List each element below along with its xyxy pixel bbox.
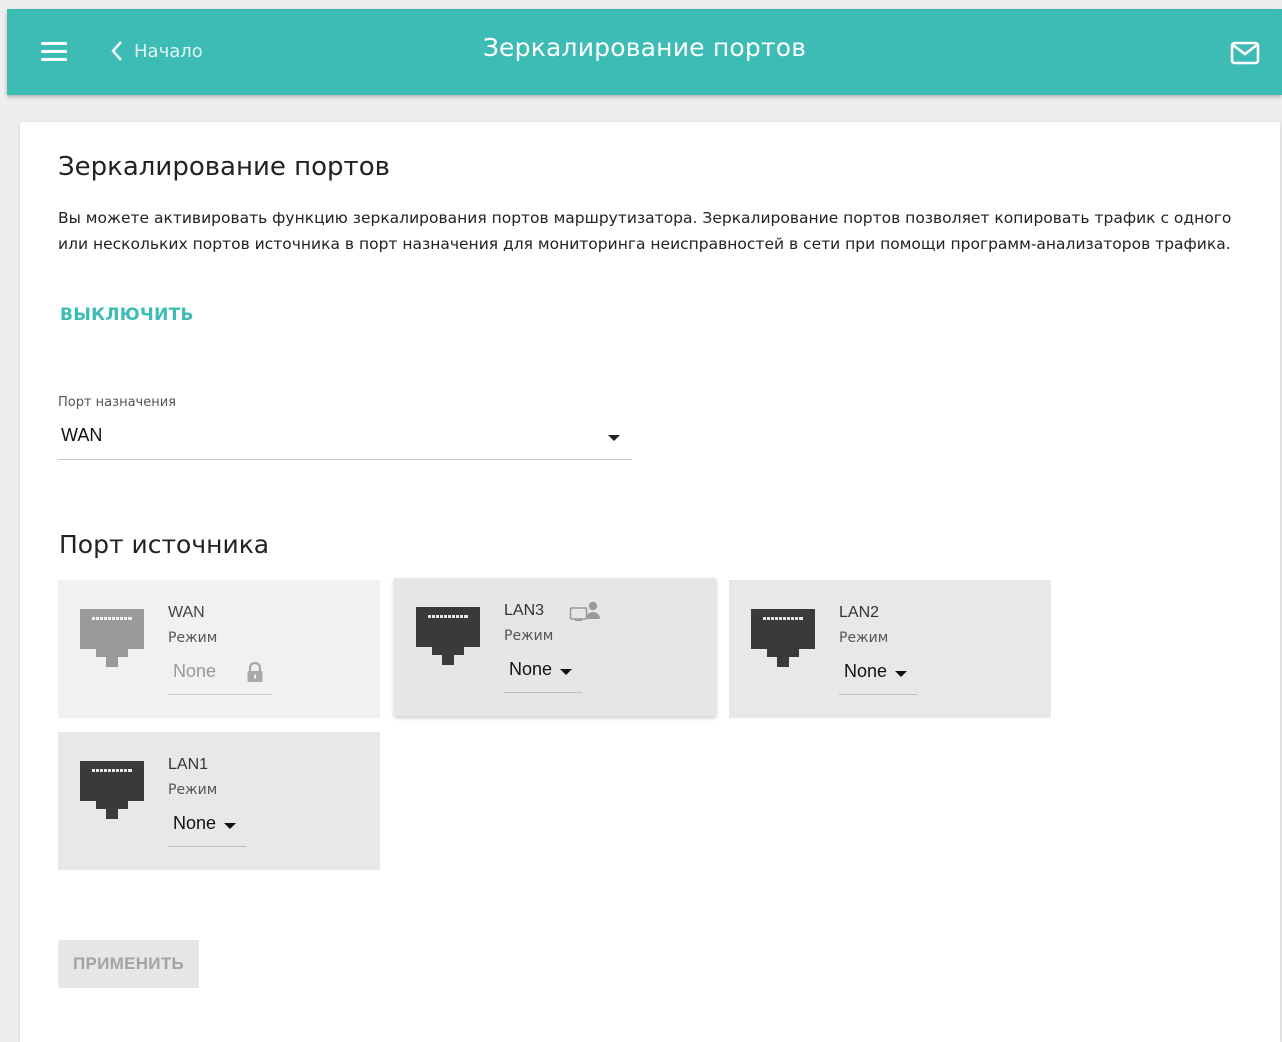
source-port-lan1[interactable]: LAN1 Режим None	[58, 732, 380, 870]
chevron-down-icon	[895, 671, 907, 677]
destination-port-select[interactable]: WAN	[58, 418, 632, 460]
envelope-icon[interactable]	[1230, 41, 1260, 69]
chevron-down-icon	[560, 669, 572, 675]
mode-select[interactable]: None	[168, 810, 246, 847]
destination-port-label: Порт назначения	[58, 395, 176, 410]
ethernet-port-icon	[416, 607, 480, 665]
ethernet-port-icon	[80, 609, 144, 667]
mode-value: None	[844, 661, 888, 681]
mode-select[interactable]: None	[839, 658, 917, 695]
top-bar: Начало Зеркалирование портов	[7, 9, 1282, 95]
mode-label: Режим	[839, 630, 889, 646]
source-port-heading: Порт источника	[59, 530, 270, 559]
mode-value: None	[509, 659, 553, 679]
ethernet-port-icon	[751, 609, 815, 667]
mode-label: Режим	[168, 782, 218, 798]
mode-label: Режим	[504, 628, 554, 644]
source-port-wan: WAN Режим None	[58, 580, 380, 718]
mode-select[interactable]: None	[504, 656, 582, 693]
page-description: Вы можете активировать функцию зеркалиро…	[58, 209, 1232, 253]
mode-select: None	[168, 658, 272, 695]
computer-user-icon	[569, 601, 600, 621]
apply-button[interactable]: ПРИМЕНИТЬ	[58, 940, 199, 988]
port-name: WAN	[168, 604, 205, 621]
lock-icon	[247, 661, 263, 682]
port-name: LAN1	[168, 756, 209, 773]
mode-value: None	[173, 813, 217, 833]
port-name: LAN2	[839, 604, 880, 621]
mode-value: None	[173, 661, 217, 681]
main-card: Зеркалирование портов Вы можете активиро…	[20, 122, 1280, 1042]
chevron-down-icon	[224, 823, 236, 829]
ethernet-port-icon	[80, 761, 144, 819]
chevron-down-icon	[608, 435, 620, 441]
disable-button[interactable]: ВЫКЛЮЧИТЬ	[60, 305, 194, 325]
destination-port-value: WAN	[61, 425, 103, 445]
source-port-lan2[interactable]: LAN2 Режим None	[729, 580, 1051, 718]
source-port-lan3[interactable]: LAN3 Режим None	[394, 578, 716, 716]
page-title: Зеркалирование портов	[58, 152, 390, 182]
top-bar-title: Зеркалирование портов	[482, 33, 807, 62]
mode-label: Режим	[168, 630, 218, 646]
port-name: LAN3	[504, 602, 545, 619]
